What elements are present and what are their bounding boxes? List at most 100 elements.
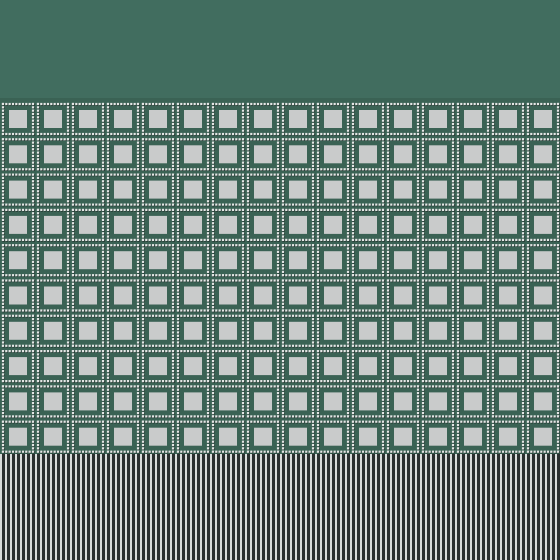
tile-dot (416, 218, 420, 221)
tile-dot (346, 225, 350, 228)
tile-dot (346, 102, 350, 106)
tile-dot (186, 132, 190, 136)
tile-dot (136, 122, 140, 126)
tile-dot (438, 208, 441, 211)
tile-dot (480, 168, 483, 171)
tile-dot (88, 203, 91, 206)
tile-dot (371, 168, 375, 171)
tile-dot (281, 196, 285, 200)
tile (316, 102, 350, 136)
tile-dot (298, 102, 301, 106)
tile-dot (206, 173, 210, 176)
tile-dot (256, 168, 260, 171)
tile-dot (400, 173, 403, 176)
tile-dot (53, 138, 56, 141)
tile-dot (428, 173, 431, 176)
tile-dot (176, 122, 180, 126)
tile-dot (206, 232, 210, 235)
tile-dot (386, 132, 390, 136)
tile-dot (483, 203, 486, 206)
tile-dot (66, 176, 70, 180)
tile-dot (141, 196, 145, 200)
tile-dot (246, 232, 250, 235)
tile-dot (451, 154, 455, 158)
tile-dot (101, 200, 105, 203)
tile-dot (101, 106, 105, 109)
tile-dot (526, 180, 530, 183)
tile-dot (428, 168, 431, 171)
tile-dot (556, 190, 560, 193)
tile-dot (351, 141, 355, 144)
tile-dot (28, 208, 31, 211)
tile-dot (281, 122, 285, 126)
tile-dot (316, 200, 320, 203)
tile-dot (211, 186, 215, 190)
tile-dot (250, 238, 253, 241)
tile-dot (171, 122, 175, 126)
tile-dot (416, 232, 420, 235)
tile-dot (246, 208, 250, 211)
tile-dot (98, 132, 101, 136)
tile-dot (511, 102, 515, 106)
tile-dot (256, 132, 260, 136)
tile-dot (556, 122, 560, 126)
tile-dot (273, 132, 276, 136)
tile-dot (211, 218, 215, 221)
tile-dot (88, 138, 91, 141)
tile-dot (393, 173, 396, 176)
tile-dot (101, 132, 105, 136)
tile (36, 138, 70, 171)
tile-dot (180, 203, 183, 206)
tile-dot (231, 208, 235, 211)
tile-dot (66, 200, 70, 203)
tile-dot (276, 222, 280, 225)
tile-dot (305, 102, 308, 106)
tile-dot (46, 168, 50, 171)
tile-dot (1, 183, 5, 186)
tile-dot (106, 119, 110, 122)
tile-dot (421, 208, 425, 211)
tile-dot (553, 132, 556, 136)
tile-dot (358, 138, 361, 141)
tile-dot (241, 148, 245, 151)
tile-dot (238, 168, 241, 171)
tile-dot (241, 235, 245, 238)
tile-dot (491, 168, 495, 171)
tile-dot (221, 102, 225, 106)
tile-dot (361, 173, 365, 176)
tile-dot (381, 109, 385, 112)
tile-dot (211, 116, 215, 119)
tile-dot (308, 168, 311, 171)
tile (246, 208, 280, 242)
tile-dot (66, 193, 70, 196)
tile-dot (106, 212, 110, 215)
tile-inner-square (464, 110, 482, 128)
tile-dot (378, 102, 381, 106)
tile-dot (365, 138, 368, 141)
tile-dot (371, 173, 375, 176)
tile (141, 208, 175, 242)
tile-dot (71, 106, 75, 109)
tile-dot (215, 203, 218, 206)
tile-dot (358, 203, 361, 206)
tile-dot (36, 148, 40, 151)
tile-inner-square (9, 180, 27, 199)
tile-dot (200, 208, 203, 211)
tile (491, 138, 525, 171)
tile-dot (95, 102, 98, 106)
tile-dot (518, 203, 521, 206)
tile-inner-square (44, 180, 62, 199)
tile-dot (211, 238, 215, 241)
tile-dot (171, 168, 175, 171)
tile-dot (106, 196, 110, 200)
tile-dot (416, 186, 420, 190)
tile-dot (368, 238, 371, 241)
tile-dot (533, 132, 536, 136)
tile-dot (386, 186, 390, 190)
tile-dot (381, 225, 385, 228)
tile-dot (281, 173, 285, 176)
tile-dot (180, 138, 183, 141)
tile-dot (1, 228, 5, 231)
tile-dot (190, 102, 193, 106)
tile-dot (285, 132, 288, 136)
